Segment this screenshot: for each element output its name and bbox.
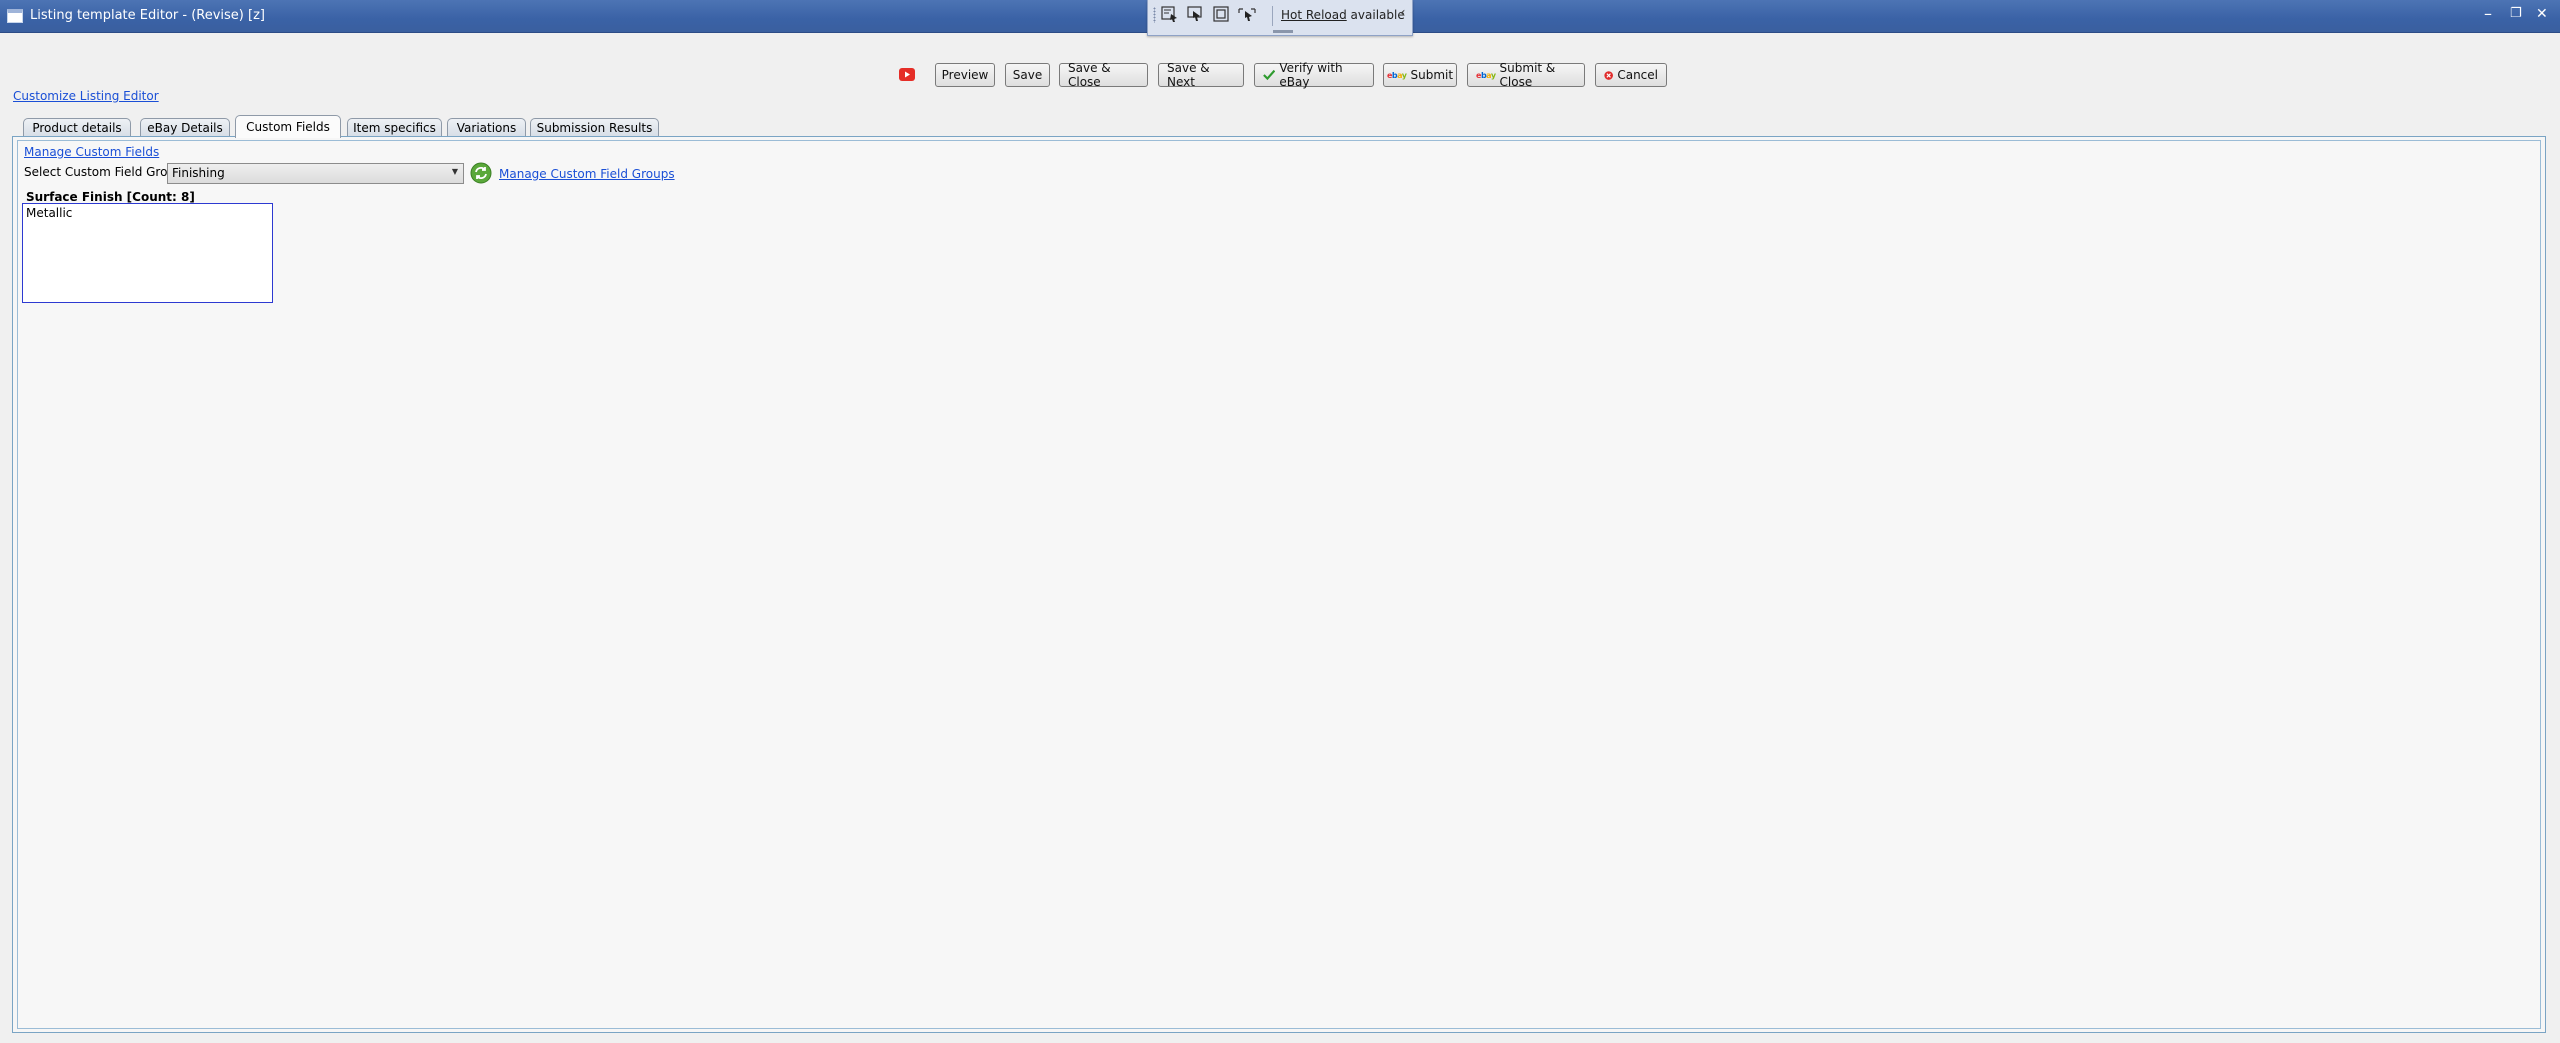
- preview-button[interactable]: Preview: [935, 63, 995, 87]
- submit-label: Submit: [1410, 68, 1454, 82]
- save-next-button[interactable]: Save & Next: [1158, 61, 1244, 89]
- minimize-button[interactable]: –: [2484, 5, 2492, 23]
- custom-fields-content: Manage Custom Fields Select Custom Field…: [17, 140, 2541, 1029]
- submit-button[interactable]: ebay Submit: [1383, 63, 1457, 87]
- custom-field-group-label: Select Custom Field Group:: [24, 165, 187, 179]
- select-element-icon[interactable]: [1160, 5, 1180, 23]
- submit-close-label: Submit & Close: [1499, 61, 1556, 89]
- save-next-label: Save & Next: [1167, 61, 1210, 89]
- refresh-icon[interactable]: [470, 162, 492, 184]
- youtube-icon[interactable]: [899, 68, 915, 81]
- tab-custom-fields[interactable]: Custom Fields: [235, 115, 341, 138]
- hot-reload-link[interactable]: Hot Reload: [1281, 8, 1347, 22]
- app-window-icon: [7, 9, 23, 23]
- custom-fields-panel: Manage Custom Fields Select Custom Field…: [12, 136, 2546, 1033]
- tab-variations[interactable]: Variations: [447, 118, 526, 137]
- verify-ebay-button[interactable]: Verify with eBay: [1254, 61, 1374, 89]
- window-title: Listing template Editor - (Revise) [z]: [30, 8, 265, 23]
- tab-ebay-details[interactable]: eBay Details: [140, 118, 230, 137]
- restore-button[interactable]: ❐: [2510, 5, 2522, 23]
- save-close-button[interactable]: Save & Close: [1059, 61, 1148, 89]
- surface-finish-label: Surface Finish [Count: 8]: [26, 190, 195, 204]
- verify-ebay-label: Verify with eBay: [1279, 61, 1343, 89]
- close-button[interactable]: ✕: [2536, 5, 2548, 23]
- cancel-button[interactable]: Cancel: [1595, 63, 1667, 87]
- list-item[interactable]: Metallic: [26, 206, 269, 220]
- track-focus-icon[interactable]: [1237, 5, 1257, 23]
- hot-reload-toolbar: Hot Reload available ‹: [1147, 0, 1413, 36]
- layout-adorner-icon[interactable]: [1211, 5, 1231, 23]
- manage-custom-fields-link[interactable]: Manage Custom Fields: [24, 145, 159, 159]
- cancel-icon: [1604, 70, 1613, 80]
- save-button[interactable]: Save: [1005, 63, 1050, 87]
- custom-field-group-value: Finishing: [172, 166, 225, 180]
- pointer-icon[interactable]: [1186, 5, 1206, 23]
- checkmark-icon: [1263, 69, 1276, 81]
- tab-product-details[interactable]: Product details: [23, 118, 131, 137]
- manage-custom-field-groups-link[interactable]: Manage Custom Field Groups: [499, 167, 675, 181]
- hot-reload-status: Hot Reload available: [1281, 8, 1405, 22]
- toolbar-drag-handle[interactable]: [1273, 30, 1293, 33]
- chevron-down-icon: ▼: [451, 167, 458, 176]
- save-label: Save: [1012, 68, 1043, 82]
- grip-icon[interactable]: [1153, 7, 1156, 23]
- surface-finish-listbox[interactable]: Metallic: [22, 203, 273, 303]
- preview-label: Preview: [941, 68, 989, 82]
- cancel-label: Cancel: [1617, 68, 1658, 82]
- ebay-logo-icon: ebay: [1386, 70, 1407, 80]
- collapse-chevron-icon[interactable]: ‹: [1400, 5, 1406, 21]
- custom-field-group-select[interactable]: Finishing ▼: [167, 163, 464, 184]
- submit-close-button[interactable]: ebay Submit & Close: [1467, 61, 1585, 89]
- ebay-logo-icon: ebay: [1476, 70, 1496, 80]
- toolbar-separator: [1272, 6, 1273, 26]
- tab-submission-results[interactable]: Submission Results: [530, 118, 659, 137]
- save-close-label: Save & Close: [1068, 61, 1111, 89]
- hot-reload-status-text: available: [1350, 8, 1405, 22]
- tab-item-specifics[interactable]: Item specifics: [347, 118, 442, 137]
- customize-listing-editor-link[interactable]: Customize Listing Editor: [13, 89, 159, 103]
